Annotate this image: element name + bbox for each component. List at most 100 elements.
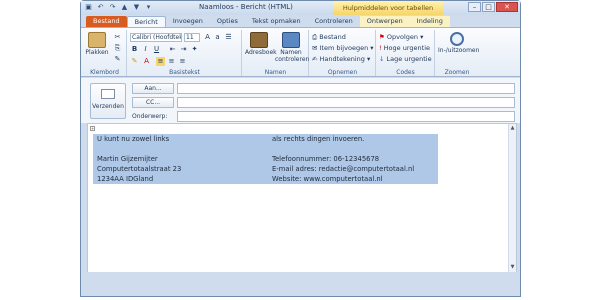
quick-access-toolbar: ▣ ↶ ↷ ▲ ▼ ▾ (84, 3, 153, 12)
paste-label: Plakken (85, 49, 109, 56)
undo-icon[interactable]: ↶ (96, 3, 105, 12)
table-cell[interactable]: U kunt nu zowel links (93, 134, 268, 144)
table-row (93, 144, 438, 154)
high-importance-button[interactable]: ! Hoge urgentie (379, 44, 430, 52)
zoom-button[interactable]: In-/uitzoomen (438, 32, 480, 54)
maximize-button[interactable]: □ (482, 2, 495, 12)
attach-item-button[interactable]: ✉ Item bijvoegen ▾ (312, 44, 374, 52)
font-color-icon[interactable]: A (142, 57, 151, 66)
group-opnemen: ⎙ Bestand ✉ Item bijvoegen ▾ ✍ Handteken… (310, 30, 376, 76)
address-book-label: Adresboek (245, 49, 277, 56)
group-basistekst: Calibri (Hoofdtekst) 11 A a ☰ B I U ⇤ ⇥ … (128, 30, 242, 76)
group-label-zoomen: Zoomen (444, 69, 470, 76)
low-importance-button[interactable]: ↓ Lage urgentie (379, 55, 432, 63)
table-row: Computertotaalstraat 23 E-mail adres: re… (93, 164, 438, 174)
align-center-icon[interactable]: ≡ (167, 57, 176, 66)
envelope-icon: ✉ (312, 44, 320, 52)
check-names-button[interactable]: Namen controleren (275, 32, 309, 63)
font-name-select[interactable]: Calibri (Hoofdtekst) (130, 33, 182, 42)
address-book-button[interactable]: Adresboek (245, 32, 277, 56)
table-move-handle[interactable]: + (90, 126, 95, 131)
low-importance-label: Lage urgentie (386, 55, 432, 63)
vertical-scrollbar[interactable]: ▲ ▼ (508, 124, 516, 272)
message-body[interactable]: + U kunt nu zowel links als rechts dinge… (87, 123, 517, 273)
group-label-opnemen: Opnemen (327, 69, 358, 76)
attach-file-label: Bestand (319, 33, 346, 41)
minimize-button[interactable]: – (468, 2, 481, 12)
align-right-icon[interactable]: ≡ (178, 57, 187, 66)
window-controls: – □ ✕ (468, 2, 518, 12)
tab-bestand[interactable]: Bestand (86, 16, 127, 27)
window-title: Naamloos - Bericht (HTML) (199, 3, 293, 11)
table-cell[interactable]: als rechts dingen invoeren. (268, 134, 438, 144)
table-cell[interactable] (93, 144, 268, 154)
tab-ontwerpen[interactable]: Ontwerpen (359, 16, 410, 27)
attach-item-label: Item bijvoegen (319, 44, 369, 52)
close-button[interactable]: ✕ (496, 2, 518, 12)
attach-file-button[interactable]: ⎙ Bestand (312, 33, 346, 42)
font-size-select[interactable]: 11 (184, 33, 200, 42)
down-icon[interactable]: ▼ (132, 3, 141, 12)
dropdown-icon[interactable]: ▾ (144, 3, 153, 12)
to-field[interactable] (177, 83, 515, 94)
scroll-down-icon[interactable]: ▼ (509, 264, 516, 271)
tab-invoegen[interactable]: Invoegen (166, 16, 210, 27)
highlight-icon[interactable]: ✎ (130, 57, 139, 66)
table-cell[interactable]: 1234AA IDGland (93, 174, 268, 184)
table-row: Martin Gijzemijter Telefoonnummer: 06-12… (93, 154, 438, 164)
flag-icon: ⚑ (379, 33, 387, 41)
underline-icon[interactable]: U (152, 45, 161, 54)
status-bar (81, 272, 520, 296)
table-cell[interactable]: Website: www.computertotaal.nl (268, 174, 438, 184)
title-bar: ▣ ↶ ↷ ▲ ▼ ▾ Naamloos - Bericht (HTML) Hu… (81, 1, 520, 15)
italic-icon[interactable]: I (141, 45, 150, 54)
group-label-basistekst: Basistekst (169, 69, 200, 76)
group-label-namen: Namen (264, 69, 287, 76)
magnifier-icon (450, 32, 464, 46)
signature-button[interactable]: ✍ Handtekening ▾ (312, 55, 370, 63)
tab-opties[interactable]: Opties (210, 16, 245, 27)
table-cell[interactable]: E-mail adres: redactie@computertotaal.nl (268, 164, 438, 174)
envelope-send-icon (101, 89, 115, 99)
format-painter-icon[interactable]: ✎ (113, 55, 122, 64)
zoom-label: In-/uitzoomen (438, 47, 480, 54)
send-button[interactable]: Verzenden (90, 83, 126, 119)
align-left-icon[interactable]: ≡ (156, 57, 165, 66)
check-names-icon (282, 32, 300, 48)
copy-icon[interactable]: ⎘ (113, 44, 122, 53)
group-label-klembord: Klembord (90, 69, 119, 76)
message-header: Verzenden Aan... CC... Onderwerp: (81, 78, 520, 123)
table-cell[interactable]: Telefoonnummer: 06-12345678 (268, 154, 438, 164)
signature-label: Handtekening (319, 55, 365, 63)
cut-icon[interactable]: ✂ (113, 33, 122, 42)
up-icon[interactable]: ▲ (120, 3, 129, 12)
signature-table[interactable]: U kunt nu zowel links als rechts dingen … (93, 134, 438, 184)
send-label: Verzenden (92, 103, 124, 110)
bullets-icon[interactable]: ☰ (224, 33, 233, 42)
scroll-up-icon[interactable]: ▲ (509, 125, 516, 132)
shrink-font-icon[interactable]: a (213, 33, 222, 42)
tab-indeling[interactable]: Indeling (409, 16, 450, 27)
table-cell[interactable]: Martin Gijzemijter (93, 154, 268, 164)
cc-button[interactable]: CC... (132, 97, 174, 108)
follow-up-button[interactable]: ⚑ Opvolgen ▾ (379, 33, 423, 41)
bold-icon[interactable]: B (130, 45, 139, 54)
indent-increase-icon[interactable]: ⇥ (179, 45, 188, 54)
subject-field[interactable] (177, 111, 515, 122)
redo-icon[interactable]: ↷ (108, 3, 117, 12)
paste-button[interactable]: Plakken (85, 32, 109, 56)
tab-bericht[interactable]: Bericht (126, 16, 166, 27)
tab-tekst-opmaken[interactable]: Tekst opmaken (245, 16, 308, 27)
indent-decrease-icon[interactable]: ⇤ (168, 45, 177, 54)
table-cell[interactable]: Computertotaalstraat 23 (93, 164, 268, 174)
group-label-codes: Codes (396, 69, 415, 76)
table-cell[interactable] (268, 144, 438, 154)
clear-format-icon[interactable]: ✦ (190, 45, 199, 54)
tab-controleren[interactable]: Controleren (308, 16, 360, 27)
high-importance-label: Hoge urgentie (383, 44, 431, 52)
grow-font-icon[interactable]: A (203, 33, 212, 42)
follow-up-label: Opvolgen (386, 33, 419, 41)
save-icon[interactable]: ▣ (84, 3, 93, 12)
cc-field[interactable] (177, 97, 515, 108)
to-button[interactable]: Aan... (132, 83, 174, 94)
